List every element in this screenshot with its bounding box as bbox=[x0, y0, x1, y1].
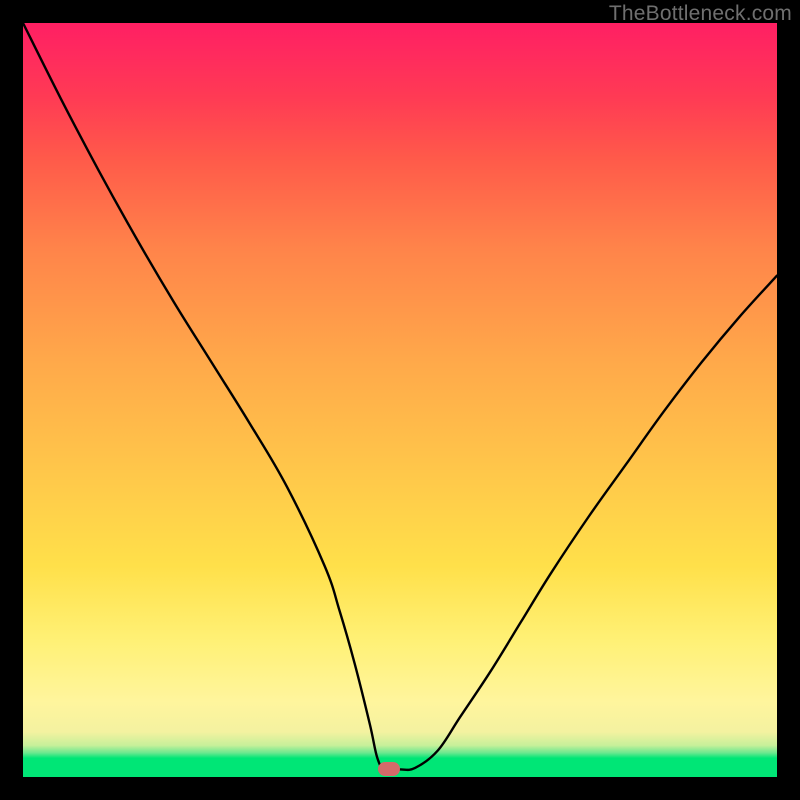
bottleneck-curve bbox=[23, 23, 777, 770]
chart-stage: TheBottleneck.com bbox=[0, 0, 800, 800]
plot-area bbox=[23, 23, 777, 777]
curve-svg bbox=[23, 23, 777, 777]
minimum-marker bbox=[378, 762, 400, 776]
